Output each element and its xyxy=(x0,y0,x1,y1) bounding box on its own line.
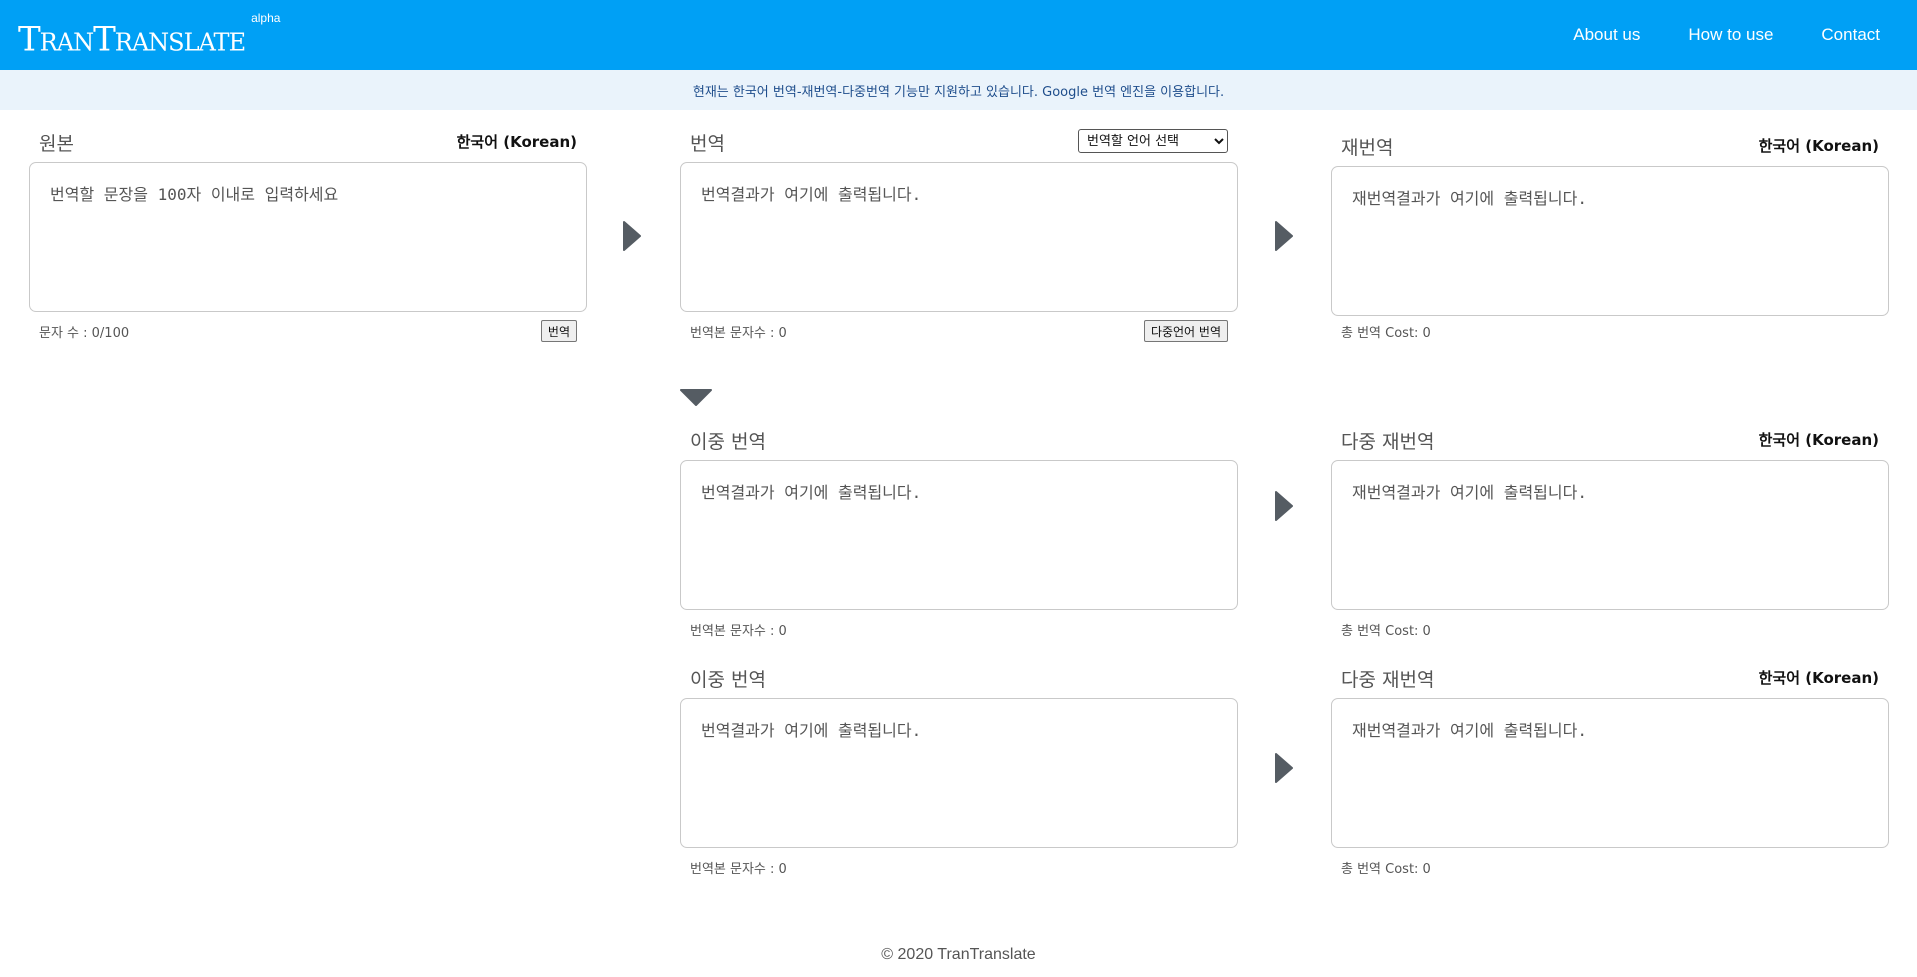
multi-retranslation-box xyxy=(1331,460,1889,610)
double-translation-box xyxy=(680,698,1238,848)
translation-panel-header: 번역 번역할 언어 선택 xyxy=(680,129,1238,155)
source-language: 한국어 (Korean) xyxy=(456,133,577,151)
translation-box xyxy=(680,162,1238,312)
retranslation-panel-header: 재번역 한국어 (Korean) xyxy=(1331,133,1889,159)
source-footer: 문자 수 : 0/100 번역 xyxy=(29,318,587,342)
retranslation-cost: 총 번역 Cost: 0 xyxy=(1341,326,1431,341)
double-translation-header: 이중 번역 xyxy=(680,427,1238,453)
multi-retranslation-language: 한국어 (Korean) xyxy=(1758,431,1879,449)
retranslation-output[interactable] xyxy=(1332,167,1888,315)
multi-retranslation-output[interactable] xyxy=(1332,461,1888,609)
translation-title: 번역 xyxy=(690,133,725,155)
char-count: 문자 수 : 0/100 xyxy=(39,326,130,341)
caret-right-icon xyxy=(1275,221,1293,251)
double-translation-title: 이중 번역 xyxy=(690,431,766,453)
retranslation-language: 한국어 (Korean) xyxy=(1758,137,1879,155)
translation-panel: 번역 번역할 언어 선택 번역본 문자수 : 0 다중언어 번역 xyxy=(680,129,1238,342)
double-translation-char-count: 번역본 문자수 : 0 xyxy=(690,624,787,639)
multi-retranslation-panel: 다중 재번역 한국어 (Korean) 총 번역 Cost: 0 xyxy=(1331,665,1889,878)
multi-retranslation-box xyxy=(1331,698,1889,848)
source-panel: 원본 한국어 (Korean) 문자 수 : 0/100 번역 xyxy=(29,129,587,342)
caret-down-icon[interactable] xyxy=(680,389,712,407)
multi-retranslation-header: 다중 재번역 한국어 (Korean) xyxy=(1331,665,1889,691)
multi-retranslation-panel: 다중 재번역 한국어 (Korean) 총 번역 Cost: 0 xyxy=(1331,427,1889,640)
double-translation-output[interactable] xyxy=(681,699,1237,847)
double-translation-title: 이중 번역 xyxy=(690,669,766,691)
top-navbar: TranTranslate alpha About us How to use C… xyxy=(0,0,1917,70)
double-translation-footer: 번역본 문자수 : 0 xyxy=(680,616,1238,640)
retranslation-panel: 재번역 한국어 (Korean) 총 번역 Cost: 0 xyxy=(1331,133,1889,342)
source-panel-header: 원본 한국어 (Korean) xyxy=(29,129,587,155)
translation-output[interactable] xyxy=(681,163,1237,311)
caret-right-icon xyxy=(1275,753,1293,783)
translation-char-count: 번역본 문자수 : 0 xyxy=(690,326,787,341)
multi-retranslation-title: 다중 재번역 xyxy=(1341,669,1435,691)
retranslation-footer: 총 번역 Cost: 0 xyxy=(1331,318,1889,342)
double-translation-header: 이중 번역 xyxy=(680,665,1238,691)
logo-text: TranTranslate xyxy=(18,19,246,60)
caret-right-icon xyxy=(623,221,641,251)
nav-about-us[interactable]: About us xyxy=(1573,25,1640,45)
source-title: 원본 xyxy=(39,133,74,155)
translate-button[interactable]: 번역 xyxy=(540,320,577,342)
double-translation-panel: 이중 번역 번역본 문자수 : 0 xyxy=(680,427,1238,640)
multi-retranslation-title: 다중 재번역 xyxy=(1341,431,1435,453)
double-translation-panel: 이중 번역 번역본 문자수 : 0 xyxy=(680,665,1238,878)
double-translation-box xyxy=(680,460,1238,610)
translation-footer: 번역본 문자수 : 0 다중언어 번역 xyxy=(680,318,1238,342)
page-footer: © 2020 TranTranslate xyxy=(0,946,1917,964)
logo[interactable]: TranTranslate alpha xyxy=(18,11,281,61)
logo-alpha-badge: alpha xyxy=(251,11,281,25)
caret-right-icon xyxy=(1275,491,1293,521)
multi-retranslation-header: 다중 재번역 한국어 (Korean) xyxy=(1331,427,1889,453)
multi-retranslation-language: 한국어 (Korean) xyxy=(1758,669,1879,687)
multi-retranslation-cost: 총 번역 Cost: 0 xyxy=(1341,862,1431,877)
retranslation-box xyxy=(1331,166,1889,316)
target-language-select[interactable]: 번역할 언어 선택 xyxy=(1078,129,1228,153)
multi-retranslation-footer: 총 번역 Cost: 0 xyxy=(1331,854,1889,878)
multi-retranslation-output[interactable] xyxy=(1332,699,1888,847)
notice-banner: 현재는 한국어 번역-재번역-다중번역 기능만 지원하고 있습니다. Googl… xyxy=(0,70,1917,110)
nav-how-to-use[interactable]: How to use xyxy=(1688,25,1773,45)
multi-retranslation-footer: 총 번역 Cost: 0 xyxy=(1331,616,1889,640)
source-box xyxy=(29,162,587,312)
multi-retranslation-cost: 총 번역 Cost: 0 xyxy=(1341,624,1431,639)
double-translation-char-count: 번역본 문자수 : 0 xyxy=(690,862,787,877)
double-translation-output[interactable] xyxy=(681,461,1237,609)
copyright-text: © 2020 TranTranslate xyxy=(881,946,1036,963)
notice-text: 현재는 한국어 번역-재번역-다중번역 기능만 지원하고 있습니다. Googl… xyxy=(692,84,1225,100)
retranslation-title: 재번역 xyxy=(1341,137,1394,159)
nav-menu: About us How to use Contact xyxy=(1525,0,1880,70)
multi-language-translate-button[interactable]: 다중언어 번역 xyxy=(1143,320,1228,342)
nav-contact[interactable]: Contact xyxy=(1821,25,1880,45)
double-translation-footer: 번역본 문자수 : 0 xyxy=(680,854,1238,878)
source-input[interactable] xyxy=(30,163,586,311)
